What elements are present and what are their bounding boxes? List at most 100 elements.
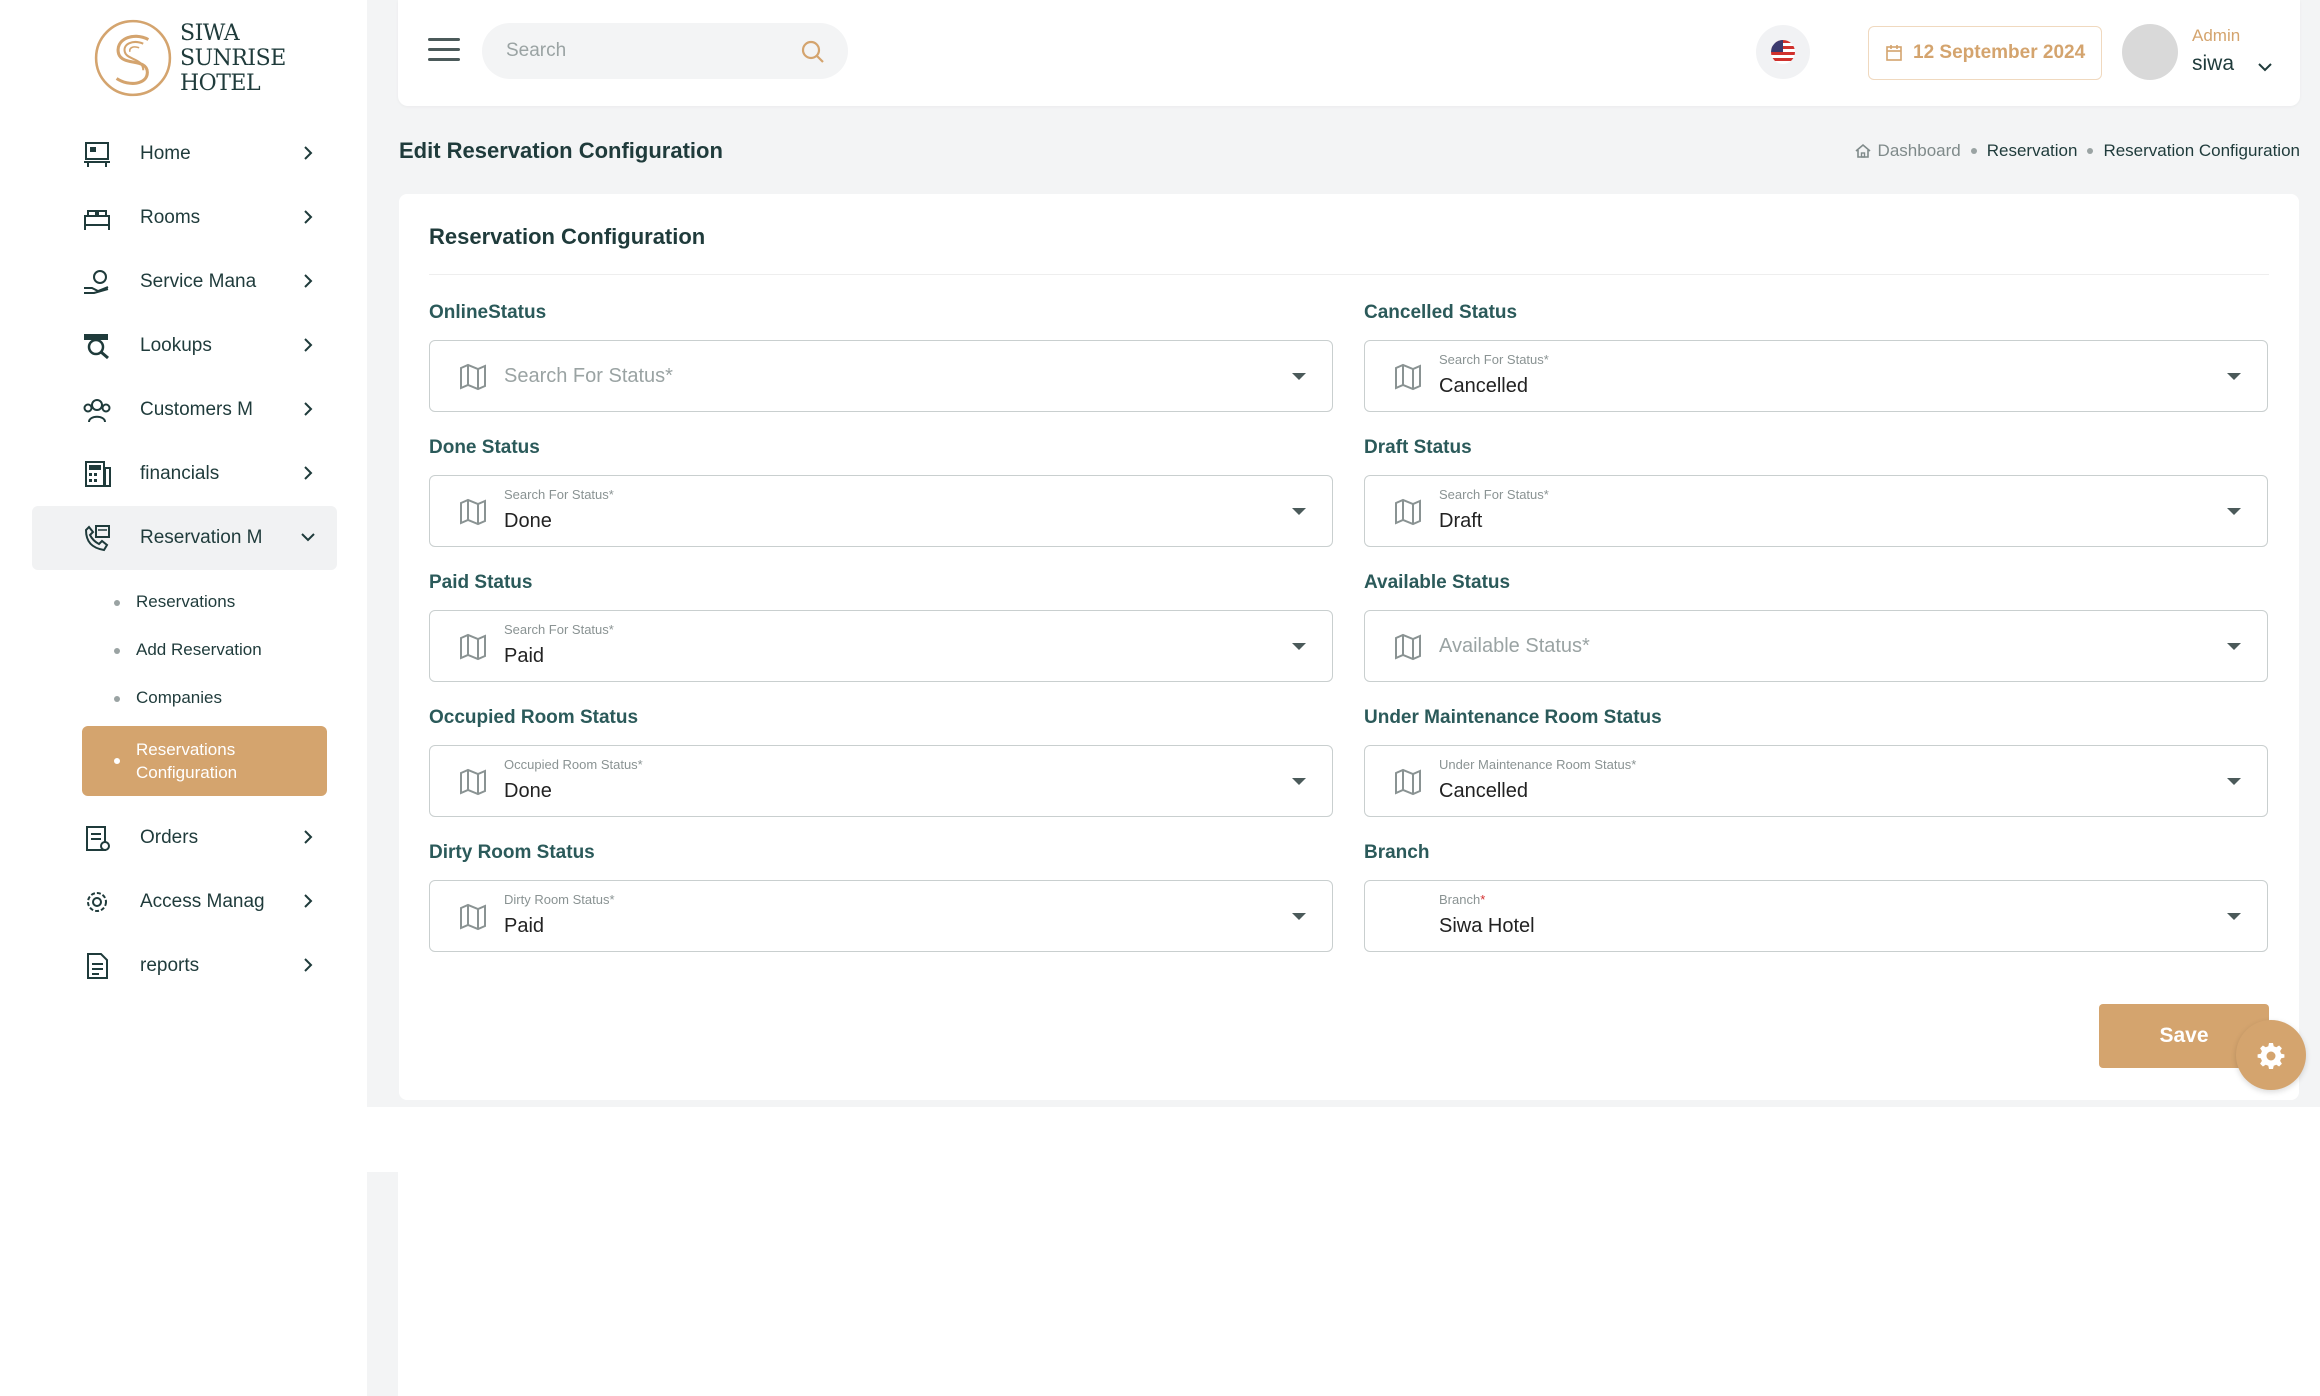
branch-select[interactable]: Branch* Siwa Hotel	[1364, 880, 2268, 952]
sidebar-item-reports[interactable]: reports	[32, 934, 337, 998]
select-value: Done	[504, 510, 552, 532]
sidebar-subitem-reservations-configuration[interactable]: Reservations Configuration	[82, 726, 327, 796]
select-value: Cancelled	[1439, 375, 1528, 397]
chevron-down-icon[interactable]	[2256, 58, 2274, 76]
sidebar-subitem-add-reservation[interactable]: Add Reservation	[32, 626, 337, 674]
hamburger-line	[428, 48, 460, 51]
select-float-label: Search For Status*	[504, 622, 614, 637]
select-value: Siwa Hotel	[1439, 915, 1535, 937]
sidebar-item-lookups[interactable]: Lookups	[32, 314, 337, 378]
sidebar-subitem-label: Reservations	[136, 592, 236, 611]
date-text: 12 September 2024	[1913, 42, 2086, 63]
sidebar-item-home[interactable]: Home	[32, 122, 337, 186]
sidebar-item-service-management[interactable]: Service Mana	[32, 250, 337, 314]
menu-toggle-button[interactable]	[428, 38, 460, 66]
bullet-dot	[114, 600, 120, 606]
avatar[interactable]	[2122, 24, 2178, 80]
logo-line-3: HOTEL	[180, 70, 261, 96]
home-desk-icon	[84, 142, 110, 167]
caret-down-icon	[1292, 373, 1306, 380]
gear-icon	[2257, 1043, 2285, 1069]
logo-line-1: SIWA	[180, 20, 240, 46]
sidebar-item-access-management[interactable]: Access Manag	[32, 870, 337, 934]
select-placeholder: Search For Status*	[504, 365, 673, 387]
sidebar-subitem-reservations[interactable]: Reservations	[32, 578, 337, 626]
sidebar-item-orders[interactable]: Orders	[32, 806, 337, 870]
language-flag-button[interactable]	[1756, 25, 1810, 79]
paid-status-label: Paid Status	[429, 572, 533, 593]
bottom-gutter	[367, 1172, 398, 1396]
sidebar-item-customers[interactable]: Customers M	[32, 378, 337, 442]
occupied-room-status-select[interactable]: Occupied Room Status* Done	[429, 745, 1333, 817]
sidebar-item-label: Rooms	[140, 207, 201, 228]
maintenance-room-status-select[interactable]: Under Maintenance Room Status* Cancelled	[1364, 745, 2268, 817]
breadcrumb-reservation[interactable]: Reservation	[1987, 141, 2078, 161]
sidebar-item-label: Reservation M	[140, 527, 263, 548]
paid-status-select[interactable]: Search For Status* Paid	[429, 610, 1333, 682]
maintenance-room-status-label: Under Maintenance Room Status	[1364, 707, 1662, 728]
hotel-logo[interactable]: SIWA SUNRISE HOTEL	[92, 16, 292, 100]
bottom-area	[0, 1107, 2320, 1396]
sidebar-item-financials[interactable]: financials	[32, 442, 337, 506]
hand-service-icon	[84, 270, 109, 294]
reservation-subnav: Reservations Add Reservation Companies R…	[32, 570, 337, 806]
caret-down-icon	[2227, 373, 2241, 380]
map-icon	[460, 903, 486, 931]
sidebar-item-label: Access Manag	[140, 891, 265, 912]
select-float-label: Search For Status*	[1439, 487, 1549, 502]
map-icon	[460, 363, 486, 391]
search-glass-icon	[84, 334, 109, 360]
caret-down-icon	[2227, 508, 2241, 515]
sidebar-item-reservation-management[interactable]: Reservation M	[32, 506, 337, 570]
dirty-room-status-label: Dirty Room Status	[429, 842, 595, 863]
cancelled-status-label: Cancelled Status	[1364, 302, 1518, 323]
sidebar-item-label: Orders	[140, 827, 199, 848]
breadcrumb: Dashboard Reservation Reservation Config…	[1854, 141, 2300, 161]
chevron-right-icon	[304, 338, 313, 352]
bullet-dot	[114, 696, 120, 702]
orders-icon	[86, 826, 110, 851]
bullet-dot	[114, 758, 120, 764]
branch-label: Branch	[1364, 842, 1430, 863]
date-display[interactable]: 12 September 2024	[1868, 26, 2102, 80]
sidebar-item-rooms[interactable]: Rooms	[32, 186, 337, 250]
select-placeholder: Available Status*	[1439, 635, 1590, 657]
logo-line-2: SUNRISE	[180, 45, 286, 71]
select-value: Draft	[1439, 510, 1483, 532]
sidebar-subitem-label: Reservations Configuration	[136, 740, 238, 782]
branch-float-text: Branch	[1439, 892, 1481, 907]
caret-down-icon	[1292, 913, 1306, 920]
available-status-select[interactable]: Available Status*	[1364, 610, 2268, 682]
chevron-right-icon	[304, 466, 313, 480]
reservation-config-card: Reservation Configuration OnlineStatus S…	[399, 194, 2299, 1100]
topbar: 12 September 2024 Admin siwa	[398, 0, 2300, 106]
done-status-select[interactable]: Search For Status* Done	[429, 475, 1333, 547]
caret-down-icon	[2227, 913, 2241, 920]
sidebar-item-label: financials	[140, 463, 220, 484]
dirty-room-status-select[interactable]: Dirty Room Status* Paid	[429, 880, 1333, 952]
search-icon[interactable]	[800, 39, 826, 65]
online-status-select[interactable]: Search For Status*	[429, 340, 1333, 412]
select-value: Paid	[504, 915, 545, 937]
sidebar-subitem-label: Companies	[136, 688, 222, 707]
chevron-right-icon	[304, 274, 313, 288]
chevron-right-icon	[304, 958, 313, 972]
cancelled-status-select[interactable]: Search For Status* Cancelled	[1364, 340, 2268, 412]
required-asterisk: *	[1480, 892, 1486, 907]
chevron-right-icon	[304, 402, 313, 416]
draft-status-select[interactable]: Search For Status* Draft	[1364, 475, 2268, 547]
sidebar-item-label: Home	[140, 143, 191, 164]
user-name[interactable]: siwa	[2192, 52, 2234, 76]
map-icon	[460, 768, 486, 796]
search-input[interactable]	[506, 37, 776, 65]
bed-icon	[84, 210, 110, 230]
settings-fab-button[interactable]	[2236, 1020, 2306, 1090]
breadcrumb-separator	[1970, 148, 1977, 154]
caret-down-icon	[1292, 643, 1306, 650]
access-gear-icon	[87, 892, 107, 912]
sidebar-nav: Home Rooms Service Mana Lookups Customer…	[32, 122, 337, 998]
map-icon	[460, 633, 486, 661]
sidebar-subitem-companies[interactable]: Companies	[32, 674, 337, 722]
breadcrumb-dashboard[interactable]: Dashboard	[1854, 141, 1961, 161]
hamburger-line	[428, 58, 460, 61]
